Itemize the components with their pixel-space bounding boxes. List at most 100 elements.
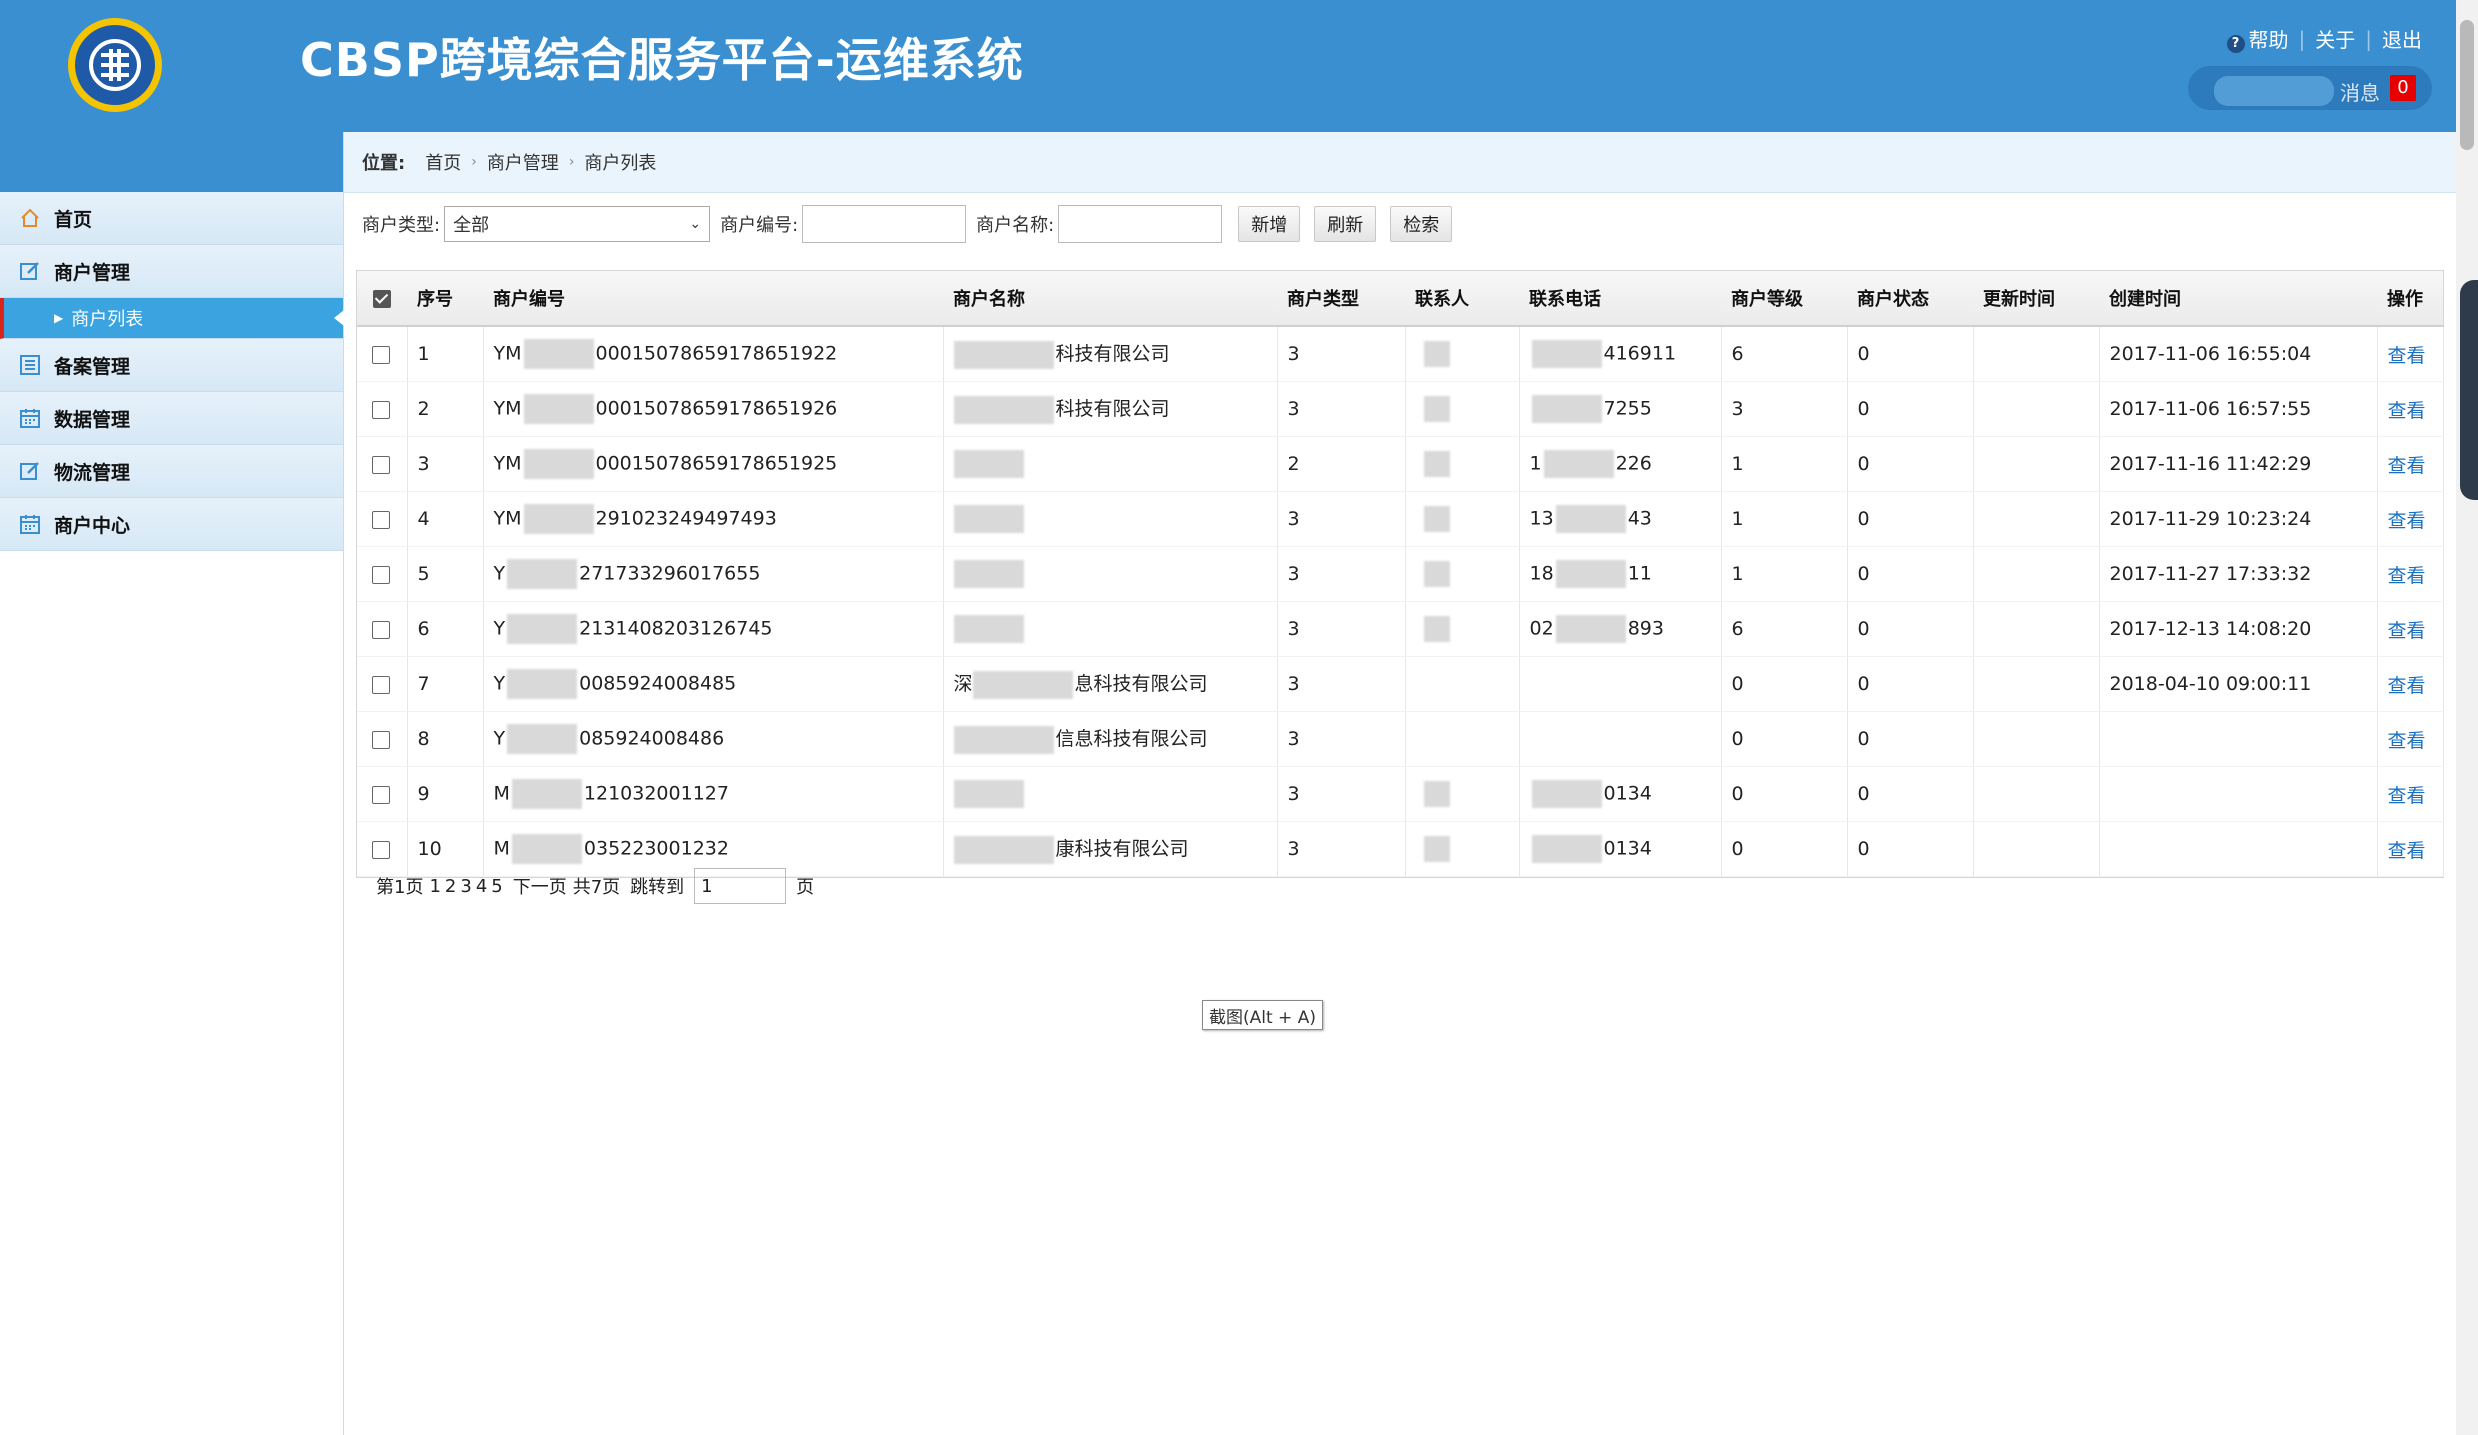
sidebar-item-merchant-management[interactable]: 商户管理 [0,245,343,298]
about-link[interactable]: 关于 [2315,24,2355,53]
view-link[interactable]: 查看 [2388,785,2426,807]
top-links: ? 帮助 | 关于 | 退出 [2226,24,2422,53]
cell-action[interactable]: 查看 [2377,656,2444,712]
redacted-block [953,340,1054,369]
row-checkbox[interactable] [372,675,391,694]
merchant-level: 6 [1731,618,1744,640]
cell-action[interactable]: 查看 [2377,326,2444,382]
breadcrumb-merchant-list: 商户列表 [584,153,657,174]
view-link[interactable]: 查看 [2388,565,2426,587]
cell-action[interactable]: 查看 [2377,546,2444,602]
select-all-checkbox[interactable] [357,271,407,327]
row-select-cell[interactable] [357,436,408,492]
cell-action[interactable]: 查看 [2377,491,2444,547]
page-link[interactable]: 3 [460,876,471,897]
row-select-cell[interactable] [357,381,408,437]
scrollbar-thumb[interactable] [2460,20,2474,150]
redacted-block [953,560,1024,588]
cell-action[interactable]: 查看 [2377,821,2444,877]
row-checkbox[interactable] [372,840,391,859]
sidebar-item-data-management[interactable]: 数据管理 [0,392,343,445]
row-select-cell[interactable] [357,601,408,657]
search-button[interactable]: 检索 [1390,206,1453,242]
checkbox-checked[interactable] [372,289,391,308]
breadcrumb-merchant-management[interactable]: 商户管理 [487,149,559,175]
floating-widget[interactable] [2460,280,2478,500]
page-link[interactable]: 1 [429,876,440,897]
sidebar-item-label: 备案管理 [54,355,131,378]
help-link[interactable]: ? 帮助 [2226,24,2289,53]
row-checkbox[interactable] [372,620,391,639]
cell-phone: 416911 [1519,326,1722,382]
row-checkbox[interactable] [372,565,391,584]
sidebar-item-logistics-management[interactable]: 物流管理 [0,445,343,498]
list-icon [18,353,42,377]
row-number: 2 [417,398,430,420]
view-link[interactable]: 查看 [2388,620,2426,642]
divider: | [2298,26,2306,51]
logout-link[interactable]: 退出 [2382,24,2422,53]
cell-status: 0 [1847,491,1974,547]
phone-prefix: 13 [1529,507,1554,530]
cell-created: 2018-04-10 09:00:11 [2099,656,2378,712]
add-button[interactable]: 新增 [1238,206,1301,242]
cell-action[interactable]: 查看 [2377,711,2444,767]
cell-action[interactable]: 查看 [2377,601,2444,657]
row-checkbox[interactable] [372,345,391,364]
merchant-code: 0085924008485 [579,672,737,695]
view-link[interactable]: 查看 [2388,455,2426,477]
cell-merchant-name [943,436,1278,492]
redacted-block [1423,561,1450,587]
row-select-cell[interactable] [357,326,408,382]
merchant-type: 3 [1287,563,1300,585]
row-checkbox[interactable] [372,400,391,419]
sidebar: 首页 商户管理 ▶ 商户列表 备案管理 数据管理 物流管理 商户中心 [0,132,344,1435]
merchant-type-select[interactable]: 全部 ⌄ [444,206,711,242]
sidebar-item-filing-management[interactable]: 备案管理 [0,339,343,392]
view-link[interactable]: 查看 [2388,730,2426,752]
row-select-cell[interactable] [357,711,408,767]
row-select-cell[interactable] [357,546,408,602]
sidebar-item-home[interactable]: 首页 [0,192,343,245]
cell-created: 2017-12-13 14:08:20 [2099,601,2378,657]
next-page-link[interactable]: 下一页 [513,873,567,899]
page-link[interactable]: 4 [476,876,487,897]
merchant-type: 3 [1287,618,1300,640]
messages-button[interactable]: 消息 0 [2188,66,2432,110]
merchant-code-input[interactable] [802,205,967,243]
merchant-name-label: 商户名称: [976,215,1055,236]
refresh-button[interactable]: 刷新 [1314,206,1377,242]
row-select-cell[interactable] [357,491,408,547]
redacted-block [953,835,1054,864]
row-checkbox[interactable] [372,510,391,529]
cell-action[interactable]: 查看 [2377,381,2444,437]
page-link[interactable]: 5 [491,876,502,897]
sidebar-item-merchant-center[interactable]: 商户中心 [0,498,343,551]
view-link[interactable]: 查看 [2388,840,2426,862]
cell-action[interactable]: 查看 [2377,436,2444,492]
page-scrollbar[interactable] [2456,0,2478,1435]
page-link[interactable]: 2 [445,876,456,897]
view-link[interactable]: 查看 [2388,345,2426,367]
row-select-cell[interactable] [357,656,408,712]
row-checkbox[interactable] [372,730,391,749]
redacted-block [1531,395,1602,423]
help-label: 帮助 [2248,28,2289,52]
cell-merchant-type: 3 [1277,491,1406,547]
view-link[interactable]: 查看 [2388,675,2426,697]
merchant-status: 0 [1857,783,1870,805]
sidebar-item-merchant-list[interactable]: ▶ 商户列表 [0,298,344,339]
cell-phone: 13 43 [1519,491,1722,547]
merchant-name-input[interactable] [1058,205,1223,243]
cell-action[interactable]: 查看 [2377,766,2444,822]
phone-number: 416911 [1603,342,1677,365]
breadcrumb-home[interactable]: 首页 [425,149,461,175]
jump-page-input[interactable]: 1 [694,868,787,904]
view-link[interactable]: 查看 [2388,510,2426,532]
row-checkbox[interactable] [372,455,391,474]
row-select-cell[interactable] [357,766,408,822]
phone-prefix: 18 [1529,562,1554,585]
view-link[interactable]: 查看 [2388,400,2426,422]
row-checkbox[interactable] [372,785,391,804]
created-time: 2017-11-27 17:33:32 [2109,563,2312,585]
